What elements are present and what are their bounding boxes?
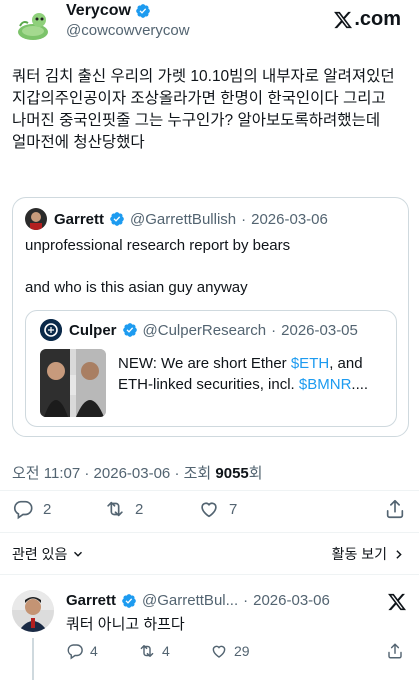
author-avatar[interactable] <box>12 4 52 44</box>
reply-like-count: 29 <box>234 643 250 659</box>
cow-avatar-icon <box>12 4 52 44</box>
cashtag-link[interactable]: $BMNR <box>299 376 352 393</box>
retweet-button[interactable]: 2 <box>104 498 143 520</box>
quote-date: 2026-03-06 <box>251 210 328 228</box>
reply-text: 쿼터 아니고 하프다 <box>66 616 185 633</box>
quote-text-line-2: and who is this asian guy anyway <box>25 279 248 296</box>
chevron-down-icon <box>74 551 83 557</box>
verified-badge-icon <box>110 212 124 226</box>
cashtag-link[interactable]: $ETH <box>291 355 329 372</box>
views-count: 9055 <box>215 465 249 482</box>
reply-author-handle[interactable]: @GarrettBul... <box>142 592 238 609</box>
reply-icon <box>67 644 83 660</box>
quote-avatar <box>25 208 47 230</box>
reply-date[interactable]: 2026-03-06 <box>253 592 330 609</box>
x-logo-icon <box>388 593 407 611</box>
divider <box>0 532 419 533</box>
nested-quote-avatar <box>40 319 62 341</box>
quoted-post[interactable]: Garrett @GarrettBullish · 2026-03-06 unp… <box>12 197 409 437</box>
post-metadata: 오전 11:07 · 2026-03-06 · 조회 9055회 <box>12 462 263 483</box>
nested-quoted-post[interactable]: Culper @CulperResearch · 2026-03-05 NEW:… <box>25 310 397 427</box>
views-suffix: 회 <box>248 465 263 482</box>
nested-author-handle: @CulperResearch <box>142 321 267 339</box>
separator-dot: · <box>271 321 277 339</box>
author-name[interactable]: Verycow <box>66 2 131 20</box>
retweet-icon <box>140 645 154 657</box>
nested-date: 2026-03-05 <box>281 321 358 339</box>
verified-badge-icon <box>122 593 136 608</box>
quote-author-name: Garrett <box>54 210 105 228</box>
separator-dot: · <box>174 465 180 482</box>
share-icon <box>386 499 404 519</box>
verified-badge-icon <box>136 4 150 18</box>
reply-post[interactable]: Garrett @GarrettBul... · 2026-03-06 쿼터 아… <box>0 580 419 680</box>
reply-retweet-button[interactable]: 4 <box>138 642 170 660</box>
reply-icon <box>14 500 33 520</box>
author-handle[interactable]: @cowcowverycow <box>66 22 190 39</box>
post-time[interactable]: 오전 11:07 <box>12 465 80 482</box>
nested-text-part: NEW: We are short Ether <box>118 355 291 372</box>
reply-share-button[interactable] <box>386 642 404 660</box>
quote-text-line-1: unprofessional research report by bears <box>25 237 291 254</box>
nested-quote-header: Culper @CulperResearch · 2026-03-05 <box>40 319 358 341</box>
thread-line <box>32 638 34 680</box>
reply-header: Garrett @GarrettBul... · 2026-03-06 <box>66 592 330 609</box>
separator-dot: · <box>243 592 249 609</box>
retweet-icon <box>107 501 123 517</box>
reply-reply-button[interactable]: 4 <box>66 642 98 660</box>
views-label: 조회 <box>183 465 212 482</box>
like-count: 7 <box>229 500 238 518</box>
separator-dot: · <box>84 465 90 482</box>
post-date[interactable]: 2026-03-06 <box>94 465 171 482</box>
separator-dot: · <box>241 210 247 228</box>
reply-avatar[interactable] <box>12 590 54 632</box>
brand-logo: .com <box>333 8 401 31</box>
nested-media-thumbnail[interactable] <box>40 349 106 417</box>
author-name-row: Verycow <box>66 2 151 20</box>
like-icon <box>201 502 217 518</box>
brand-text: .com <box>354 8 401 30</box>
reply-actions: 4 4 29 <box>66 642 402 664</box>
divider <box>0 574 419 575</box>
reply-like-button[interactable]: 29 <box>210 642 250 660</box>
quote-header: Garrett @GarrettBullish · 2026-03-06 <box>25 208 328 230</box>
nested-text-part: .... <box>351 376 369 393</box>
reply-button[interactable]: 2 <box>12 498 51 520</box>
post-text: 쿼터 김치 출신 우리의 가렛 10.10빔의 내부자로 알려져있던 지갑의주인… <box>12 68 395 151</box>
reply-author-name[interactable]: Garrett <box>66 592 116 609</box>
share-icon <box>388 643 402 659</box>
related-label: 관련 있음 <box>12 546 68 562</box>
reply-retweet-count: 4 <box>162 643 170 659</box>
like-icon <box>212 645 226 658</box>
post-header: Verycow @cowcowverycow .com <box>0 0 419 56</box>
view-activity-link[interactable]: 활동 보기 <box>332 544 405 564</box>
related-sort-dropdown[interactable]: 관련 있음 <box>12 544 85 564</box>
retweet-count: 2 <box>135 500 144 518</box>
chevron-right-icon <box>396 549 402 559</box>
share-button[interactable] <box>384 498 406 520</box>
nested-quote-text: NEW: We are short Ether $ETH, and ETH-li… <box>118 353 396 395</box>
quote-author-handle: @GarrettBullish <box>130 210 237 228</box>
like-button[interactable]: 7 <box>198 498 237 520</box>
x-logo-icon <box>334 11 353 28</box>
activity-label: 활동 보기 <box>331 546 387 562</box>
post-actions: 2 2 7 <box>12 498 407 526</box>
verified-badge-icon <box>122 323 137 337</box>
divider <box>0 490 419 491</box>
reply-count: 2 <box>43 500 52 518</box>
reply-reply-count: 4 <box>90 643 98 659</box>
nested-author-name: Culper <box>69 321 117 339</box>
